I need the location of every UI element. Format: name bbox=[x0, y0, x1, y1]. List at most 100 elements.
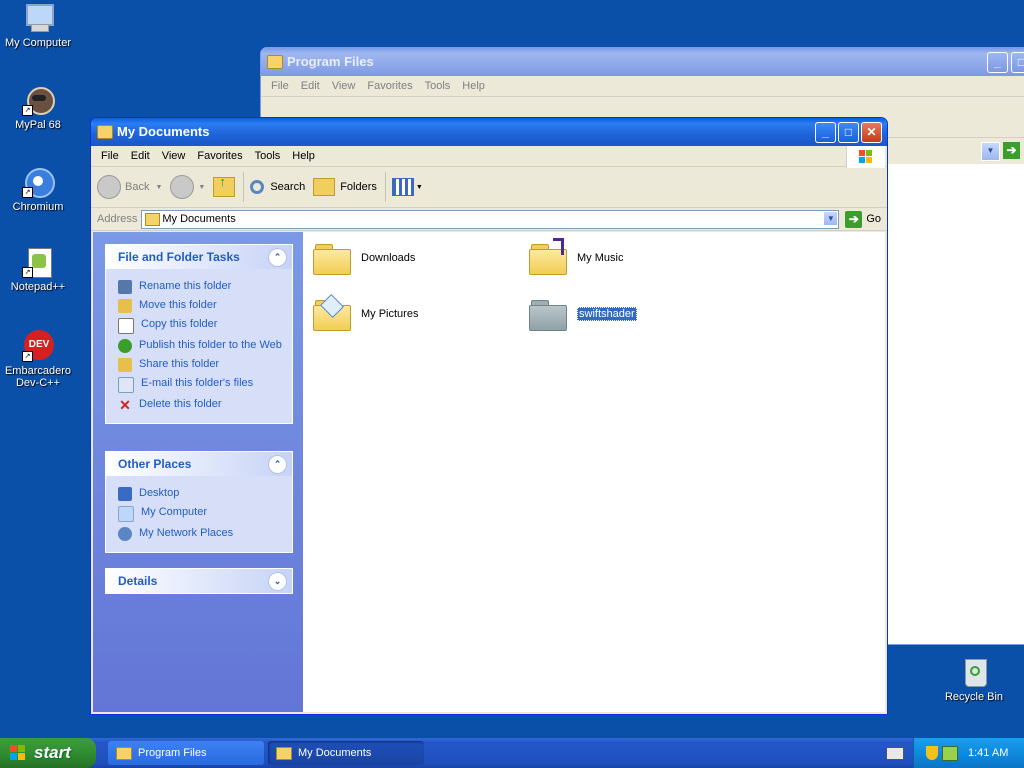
expand-icon[interactable]: ⌄ bbox=[268, 572, 287, 591]
my-documents-titlebar[interactable]: My Documents _ □ ✕ bbox=[91, 118, 887, 146]
place-network[interactable]: My Network Places bbox=[118, 527, 292, 541]
address-dropdown-button[interactable]: ▼ bbox=[981, 142, 1000, 161]
folder-item-downloads[interactable]: Downloads bbox=[313, 242, 415, 275]
file-list-view: Downloads My Music My Pictures swiftshad… bbox=[303, 232, 885, 712]
desktop-icon-chromium[interactable]: ↗ Chromium bbox=[0, 166, 78, 213]
windows-logo-icon bbox=[846, 146, 885, 168]
place-my-computer[interactable]: My Computer bbox=[118, 506, 292, 522]
desktop-icon-recycle-bin[interactable]: Recycle Bin bbox=[934, 656, 1014, 703]
collapse-icon[interactable]: ⌃ bbox=[268, 248, 287, 267]
panel-header[interactable]: Details ⌄ bbox=[106, 569, 292, 593]
menu-favorites[interactable]: Favorites bbox=[191, 150, 248, 162]
menu-view[interactable]: View bbox=[156, 150, 192, 162]
details-panel: Details ⌄ bbox=[105, 568, 293, 594]
task-email-files[interactable]: E-mail this folder's files bbox=[118, 377, 292, 393]
music-folder-icon bbox=[529, 238, 567, 275]
desktop-icon-notepadpp[interactable]: ↗ Notepad++ bbox=[0, 246, 78, 293]
my-documents-icon bbox=[145, 212, 161, 226]
shortcut-arrow-icon: ↗ bbox=[22, 105, 33, 116]
desktop-icon-mypal[interactable]: ↗ MyPal 68 bbox=[0, 84, 78, 131]
folder-item-my-pictures[interactable]: My Pictures bbox=[313, 293, 418, 331]
go-label: Go bbox=[866, 213, 881, 225]
chevron-down-icon[interactable]: ▼ bbox=[198, 184, 205, 191]
chevron-down-icon[interactable]: ▼ bbox=[155, 184, 162, 191]
task-label: Share this folder bbox=[139, 358, 220, 370]
menu-view[interactable]: View bbox=[326, 80, 362, 92]
email-icon bbox=[118, 377, 134, 393]
search-button[interactable]: Search bbox=[250, 180, 305, 194]
up-folder-icon: ↑ bbox=[213, 174, 236, 197]
publish-web-icon bbox=[118, 339, 132, 353]
menu-file[interactable]: File bbox=[265, 80, 295, 92]
menu-help[interactable]: Help bbox=[456, 80, 491, 92]
views-button[interactable]: ▼ bbox=[391, 178, 423, 196]
address-value: My Documents bbox=[162, 213, 236, 225]
desktop-icon-my-computer[interactable]: My Computer bbox=[0, 2, 78, 49]
minimize-button[interactable]: _ bbox=[815, 122, 836, 143]
minimize-button[interactable]: _ bbox=[987, 52, 1008, 73]
folder-icon bbox=[116, 747, 132, 760]
close-button[interactable]: ✕ bbox=[861, 122, 882, 143]
maximize-button[interactable]: □ bbox=[1011, 52, 1024, 73]
up-folder-button[interactable]: ↑ bbox=[213, 174, 236, 197]
other-places-panel: Other Places ⌃ Desktop My Computer My Ne… bbox=[105, 451, 293, 553]
search-label: Search bbox=[270, 181, 306, 193]
panel-header[interactable]: Other Places ⌃ bbox=[106, 452, 292, 476]
task-label: Rename this folder bbox=[139, 280, 232, 292]
desktop-icon-label: Chromium bbox=[12, 201, 64, 213]
shortcut-arrow-icon: ↗ bbox=[22, 187, 33, 198]
folder-item-swiftshader[interactable]: swiftshader bbox=[529, 298, 637, 331]
menu-help[interactable]: Help bbox=[286, 150, 321, 162]
task-copy-folder[interactable]: Copy this folder bbox=[118, 318, 292, 334]
start-label: start bbox=[34, 743, 71, 762]
security-shield-icon[interactable] bbox=[926, 746, 938, 760]
go-button[interactable]: ➔ Go bbox=[845, 210, 881, 228]
my-documents-window[interactable]: My Documents _ □ ✕ File Edit View Favori… bbox=[90, 117, 888, 715]
panel-title: File and Folder Tasks bbox=[118, 250, 240, 264]
menu-edit[interactable]: Edit bbox=[125, 150, 156, 162]
back-button[interactable]: Back ▼ bbox=[97, 175, 162, 199]
task-delete-folder[interactable]: ✕ Delete this folder bbox=[118, 398, 292, 412]
go-arrow-icon[interactable]: ➔ bbox=[1003, 142, 1020, 159]
address-input[interactable]: My Documents ▼ bbox=[141, 209, 840, 229]
folder-item-my-music[interactable]: My Music bbox=[529, 238, 623, 275]
menu-favorites[interactable]: Favorites bbox=[361, 80, 418, 92]
maximize-button[interactable]: □ bbox=[838, 122, 859, 143]
panel-header[interactable]: File and Folder Tasks ⌃ bbox=[106, 245, 292, 269]
shortcut-arrow-icon: ↗ bbox=[22, 267, 33, 278]
menu-file[interactable]: File bbox=[95, 150, 125, 162]
start-button[interactable]: start bbox=[0, 738, 96, 768]
task-publish-folder[interactable]: Publish this folder to the Web bbox=[118, 339, 292, 353]
menu-tools[interactable]: Tools bbox=[249, 150, 287, 162]
task-share-folder[interactable]: Share this folder bbox=[118, 358, 292, 372]
folder-icon bbox=[313, 242, 351, 275]
menu-edit[interactable]: Edit bbox=[295, 80, 326, 92]
taskbar-button-my-documents[interactable]: My Documents bbox=[268, 741, 424, 765]
taskbar-button-program-files[interactable]: Program Files bbox=[108, 741, 264, 765]
address-dropdown-button[interactable]: ▼ bbox=[823, 210, 839, 226]
desktop-icon-label: MyPal 68 bbox=[15, 119, 61, 131]
mypal-icon: ↗ bbox=[22, 84, 55, 116]
clock[interactable]: 1:41 AM bbox=[968, 738, 1008, 768]
file-folder-tasks-panel: File and Folder Tasks ⌃ Rename this fold… bbox=[105, 244, 293, 424]
collapse-icon[interactable]: ⌃ bbox=[268, 455, 287, 474]
task-label: Publish this folder to the Web bbox=[139, 339, 282, 351]
folders-button[interactable]: Folders bbox=[313, 178, 377, 196]
network-icon[interactable] bbox=[942, 746, 958, 761]
copy-icon bbox=[118, 318, 134, 334]
recycle-bin-icon bbox=[958, 656, 990, 688]
program-files-titlebar[interactable]: Program Files _ □ bbox=[261, 48, 1024, 76]
windows-flag-icon bbox=[10, 745, 26, 761]
desktop-icon-devcpp[interactable]: DEV ↗ Embarcadero Dev-C++ bbox=[0, 330, 78, 389]
program-files-menubar: File Edit View Favorites Tools Help bbox=[261, 76, 1024, 97]
menubar: File Edit View Favorites Tools Help bbox=[91, 146, 887, 168]
my-documents-icon bbox=[276, 747, 292, 760]
back-arrow-icon bbox=[97, 175, 121, 199]
forward-button[interactable]: ▼ bbox=[170, 175, 205, 199]
place-desktop[interactable]: Desktop bbox=[118, 487, 292, 501]
task-rename-folder[interactable]: Rename this folder bbox=[118, 280, 292, 294]
task-move-folder[interactable]: Move this folder bbox=[118, 299, 292, 313]
taskbar: start Program Files My Documents 1:41 AM bbox=[0, 738, 1024, 768]
keyboard-icon[interactable] bbox=[886, 747, 904, 760]
menu-tools[interactable]: Tools bbox=[419, 80, 457, 92]
